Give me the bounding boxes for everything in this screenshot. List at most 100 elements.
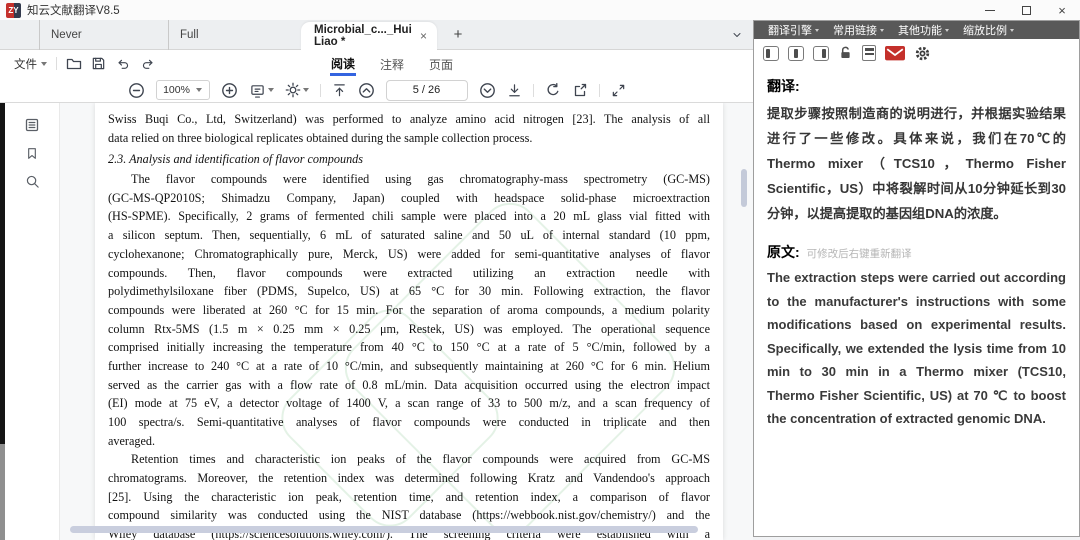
pdf-text-line: compounds. Then, flavor compounds were e… <box>108 264 710 283</box>
pdf-text-line: chromatograms. Moreover, the retention i… <box>108 469 710 488</box>
fullscreen-expand-button[interactable] <box>611 83 626 98</box>
brightness-button[interactable] <box>285 82 309 98</box>
window-title: 知云文献翻译V8.5 <box>27 2 120 18</box>
chevron-down-icon <box>196 88 202 92</box>
brightness-icon <box>285 82 301 98</box>
pdf-text-line: cyclohexanone; Chromatographically pure,… <box>108 245 710 264</box>
snapshot-button[interactable] <box>572 82 588 98</box>
minimize-icon <box>985 10 995 11</box>
maximize-button[interactable] <box>1008 0 1044 20</box>
zoom-in-button[interactable] <box>221 82 238 99</box>
new-tab-button[interactable]: + <box>447 24 469 46</box>
pdf-text-line: a silicon septum. Then, sequentially, 6 … <box>108 226 710 245</box>
translation-panel: 翻译引擎 常用链接 其他功能 缩放比例 翻译: 提取步骤按照制造商的说明进行，并… <box>753 20 1080 537</box>
gear-icon[interactable] <box>914 45 931 62</box>
window-controls: × <box>972 0 1080 20</box>
search-panel-icon[interactable] <box>25 174 40 189</box>
pdf-text-line: compound similarity was conducted using … <box>108 506 710 525</box>
page-display-icon <box>249 83 266 98</box>
divider <box>320 84 321 97</box>
divider <box>533 84 534 97</box>
pdf-text-column: Swiss Buqi Co., Ltd, Switzerland) was pe… <box>108 110 710 540</box>
pdf-text-line: Swiss Buqi Co., Ltd, Switzerland) was pe… <box>108 110 710 129</box>
menu-zoom-ratio[interactable]: 缩放比例 <box>958 22 1019 38</box>
layout-middle-icon[interactable] <box>788 46 804 61</box>
zoom-out-button[interactable] <box>128 82 145 99</box>
toolbar-row-1: 文件 阅读 注释 页面 <box>0 50 753 77</box>
panel-body: 翻译: 提取步骤按照制造商的说明进行，并根据实验结果进行了一些修改。具体来说，我… <box>754 65 1079 431</box>
original-label: 原文: <box>767 242 800 262</box>
pdf-text-line: The flavor compounds were identified usi… <box>108 170 710 189</box>
pdf-text-line: polydimethylsiloxane fiber (PDMS, Supelc… <box>108 282 710 301</box>
translation-text[interactable]: 提取步骤按照制造商的说明进行，并根据实验结果进行了一些修改。具体来说，我们在70… <box>767 101 1066 226</box>
tab-never[interactable]: Never <box>39 20 168 50</box>
view-mode-tabs: 阅读 注释 页面 <box>330 50 454 77</box>
pdf-text-line: (EI) mode at 75 eV, a detector voltage o… <box>108 394 710 413</box>
lock-open-icon[interactable] <box>838 45 853 61</box>
pdf-text-line: averaged. <box>108 432 710 451</box>
translation-label: 翻译: <box>767 76 1066 96</box>
app-window: ZY 知云文献翻译V8.5 × Never Full Text_A...ence… <box>0 0 1080 540</box>
document-viewer[interactable]: Swiss Buqi Co., Ltd, Switzerland) was pe… <box>60 103 753 540</box>
tab-page[interactable]: 页面 <box>428 52 454 76</box>
pdf-text-line: Retention times and characteristic ion p… <box>108 450 710 469</box>
page-display-mode-button[interactable] <box>249 83 274 98</box>
save-icon[interactable] <box>91 56 106 71</box>
close-button[interactable]: × <box>1044 0 1080 20</box>
tab-list-chevron-icon[interactable] <box>731 29 743 41</box>
notes-card-icon[interactable] <box>862 45 876 61</box>
tab-read[interactable]: 阅读 <box>330 51 356 76</box>
pdf-text-line: (GC-MS-QP2010S; Shimadzu Company, Japan)… <box>108 189 710 208</box>
tab-microbial-active[interactable]: Microbial_c..._Hui Liao * × <box>301 22 437 50</box>
maximize-icon <box>1022 6 1031 15</box>
tab-annotate[interactable]: 注释 <box>379 52 405 76</box>
file-menu-label: 文件 <box>14 56 37 72</box>
menu-other-functions[interactable]: 其他功能 <box>893 22 954 38</box>
next-page-button[interactable] <box>479 82 496 99</box>
bookmark-panel-icon[interactable] <box>25 146 39 161</box>
tab-full-text[interactable]: Full Text_A...ence_Xinhua <box>168 20 301 50</box>
pdf-text-line: further increase to 240 °C at a rate of … <box>108 357 710 376</box>
chevron-down-icon <box>268 88 274 92</box>
undo-icon[interactable] <box>115 57 131 71</box>
panel-menu-bar: 翻译引擎 常用链接 其他功能 缩放比例 <box>754 21 1079 39</box>
download-icon[interactable] <box>507 83 522 98</box>
zoom-level-value: 100% <box>163 84 190 96</box>
minimize-button[interactable] <box>972 0 1008 20</box>
chevron-down-icon <box>41 62 47 66</box>
pdf-text-line: comprised initially increasing the tempe… <box>108 338 710 357</box>
page-number-input[interactable]: 5 / 26 <box>386 80 468 101</box>
toolbar-row-2: 100% 5 / 26 <box>0 77 753 103</box>
open-folder-icon[interactable] <box>66 56 82 72</box>
panel-icon-row <box>754 39 1079 65</box>
main-area: Swiss Buqi Co., Ltd, Switzerland) was pe… <box>0 103 753 540</box>
previous-page-button[interactable] <box>358 82 375 99</box>
original-text[interactable]: The extraction steps were carried out ac… <box>767 266 1066 431</box>
layout-right-icon[interactable] <box>813 46 829 61</box>
close-icon: × <box>1058 4 1066 17</box>
pdf-text-line: [25]. Using the characteristic ion peak,… <box>108 488 710 507</box>
toolbar: 文件 阅读 注释 页面 100% <box>0 50 753 103</box>
layout-left-icon[interactable] <box>763 46 779 61</box>
menu-common-links[interactable]: 常用链接 <box>828 22 889 38</box>
pdf-text-line: compounds were liberated at 260 °C for 1… <box>108 301 710 320</box>
tab-close-icon[interactable]: × <box>418 29 429 43</box>
go-to-top-button[interactable] <box>332 83 347 98</box>
mail-icon[interactable] <box>885 46 905 61</box>
vertical-scrollbar[interactable] <box>741 169 747 207</box>
rotate-page-button[interactable] <box>545 82 561 98</box>
thumbnails-panel-icon[interactable] <box>24 117 40 133</box>
redo-icon[interactable] <box>140 57 156 71</box>
horizontal-scrollbar[interactable] <box>70 526 698 533</box>
original-label-row: 原文: 可修改后右键重新翻译 <box>767 242 1066 262</box>
app-logo-icon: ZY <box>6 3 21 18</box>
pdf-section-heading: 2.3. Analysis and identification of flav… <box>108 150 710 169</box>
original-hint: 可修改后右键重新翻译 <box>807 246 912 261</box>
zoom-level-select[interactable]: 100% <box>156 80 210 100</box>
menu-translation-engine[interactable]: 翻译引擎 <box>763 22 824 38</box>
active-tab-label: Microbial_c..._Hui Liao * <box>314 24 418 48</box>
pdf-text-line: (HS-SPME). Specifically, 2 grams of ferm… <box>108 207 710 226</box>
document-tab-bar: Never Full Text_A...ence_Xinhua Microbia… <box>0 20 753 50</box>
left-sidebar <box>5 103 60 540</box>
file-menu[interactable]: 文件 <box>14 56 47 72</box>
